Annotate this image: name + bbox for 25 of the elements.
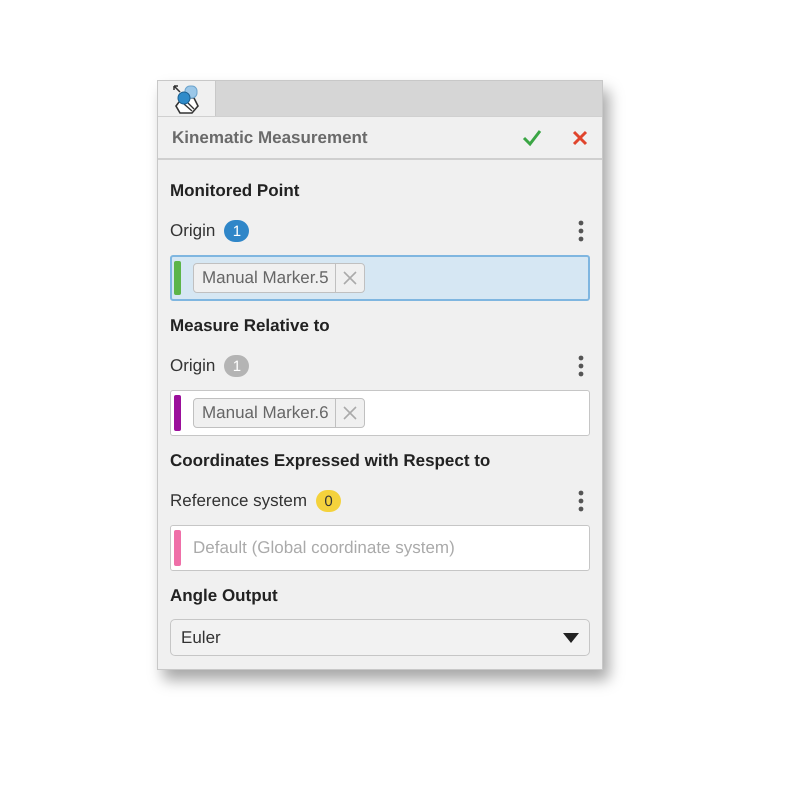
measurement-icon [172, 84, 202, 114]
panel-title: Kinematic Measurement [172, 128, 368, 148]
tag-label: Manual Marker.6 [202, 403, 330, 423]
field-placeholder: Default (Global coordinate system) [193, 538, 455, 558]
section-heading: Angle Output [170, 585, 279, 607]
selection-field[interactable]: Manual Marker.5 [170, 255, 590, 301]
close-icon[interactable] [572, 130, 588, 146]
more-options-icon[interactable] [578, 490, 584, 512]
angle-output-dropdown[interactable]: Euler [170, 619, 590, 656]
section-heading: Measure Relative to [170, 315, 331, 337]
section-heading: Coordinates Expressed with Respect to [170, 450, 492, 472]
section-heading: Monitored Point [170, 180, 300, 202]
count-badge: 1 [224, 355, 250, 377]
selector-label: Origin [170, 356, 216, 376]
selector-label: Origin [170, 221, 216, 241]
kinematic-tab[interactable] [158, 81, 216, 116]
more-options-icon[interactable] [578, 355, 584, 377]
more-options-icon[interactable] [578, 220, 584, 242]
selection-field[interactable]: Manual Marker.6 [170, 390, 590, 436]
count-badge: 0 [316, 490, 341, 512]
count-badge: 1 [224, 220, 250, 242]
confirm-icon[interactable] [522, 128, 542, 146]
dropdown-arrow-icon [563, 632, 579, 644]
tag-label: Manual Marker.5 [202, 268, 330, 288]
selector-label: Reference system [170, 491, 307, 511]
